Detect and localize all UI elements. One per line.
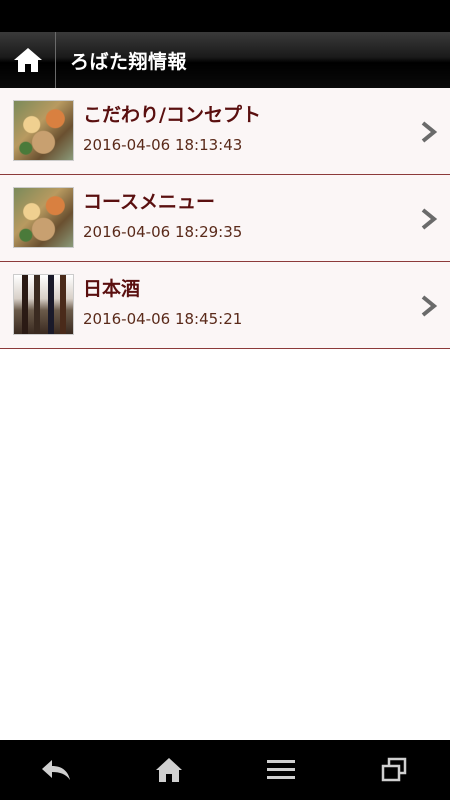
recent-apps-icon [381, 757, 406, 782]
item-date: 2016-04-06 18:29:35 [83, 223, 243, 241]
page-title: ろばた翔情報 [70, 50, 188, 73]
recent-apps-button[interactable] [364, 740, 424, 800]
menu-button[interactable] [251, 740, 311, 800]
list-item[interactable]: 日本酒 2016-04-06 18:45:21 [0, 262, 450, 349]
back-button[interactable] [26, 740, 86, 800]
menu-icon [267, 760, 296, 779]
chevron-right-icon [421, 208, 438, 230]
item-title: こだわり/コンセプト [83, 104, 261, 126]
system-nav-bar [0, 740, 450, 800]
back-icon [42, 760, 71, 780]
list-item[interactable]: こだわり/コンセプト 2016-04-06 18:13:43 [0, 88, 450, 175]
item-title: 日本酒 [83, 278, 141, 300]
home-button[interactable] [0, 32, 56, 88]
home-icon [13, 48, 42, 72]
home-icon [155, 758, 182, 782]
nav-home-button[interactable] [139, 740, 199, 800]
thumbnail-image [13, 274, 74, 335]
item-title: コースメニュー [83, 191, 216, 213]
chevron-right-icon [421, 295, 438, 317]
item-date: 2016-04-06 18:45:21 [83, 310, 243, 328]
item-date: 2016-04-06 18:13:43 [83, 136, 243, 154]
app-header: ろばた翔情報 [0, 32, 450, 88]
article-list: こだわり/コンセプト 2016-04-06 18:13:43 コースメニュー 2… [0, 88, 450, 349]
chevron-right-icon [421, 121, 438, 143]
list-item[interactable]: コースメニュー 2016-04-06 18:29:35 [0, 175, 450, 262]
thumbnail-image [13, 187, 74, 248]
thumbnail-image [13, 100, 74, 161]
status-bar [0, 0, 450, 32]
